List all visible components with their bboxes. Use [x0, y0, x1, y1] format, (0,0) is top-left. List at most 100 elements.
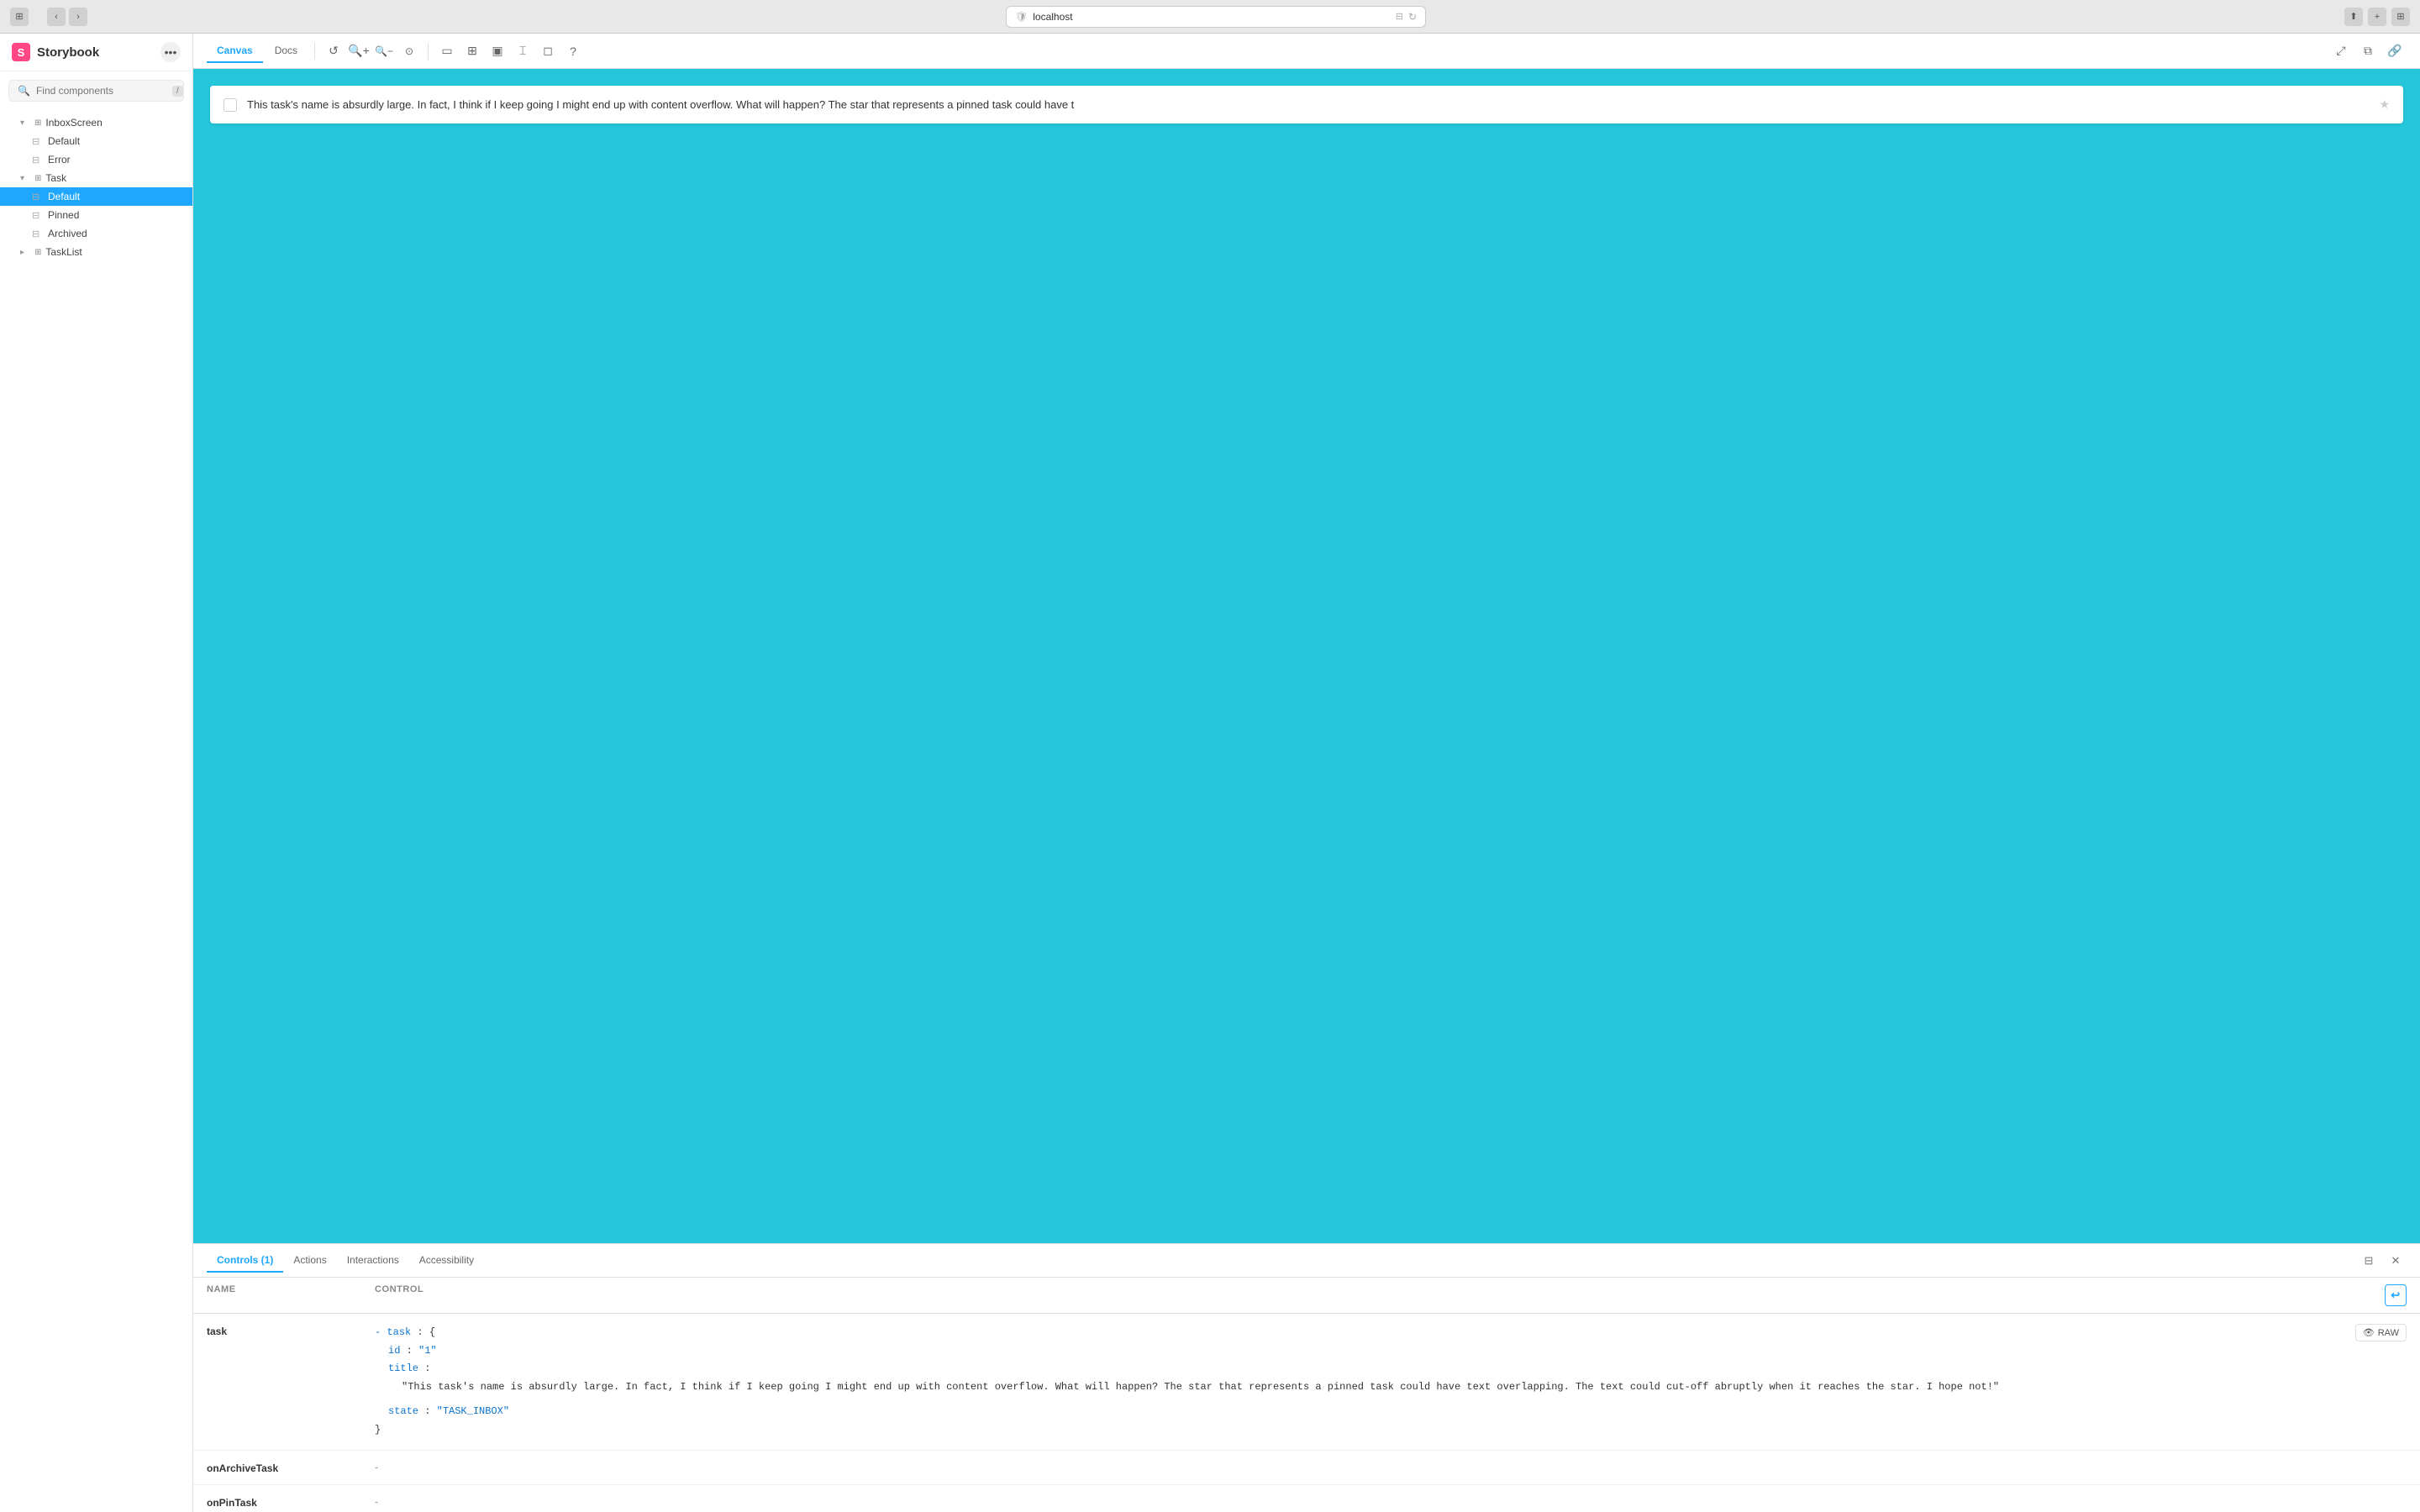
control-dash-2: - [375, 1495, 378, 1508]
outline-btn[interactable]: ◻ [536, 39, 560, 63]
sidebar-item-label: TaskList [45, 246, 82, 258]
grid-btn[interactable]: ⊞ [2391, 8, 2410, 26]
url-bar[interactable]: 🛡 localhost ⊟ ↻ [1006, 6, 1426, 28]
tab-actions[interactable]: Actions [283, 1249, 336, 1273]
new-tab-btn[interactable]: + [2368, 8, 2386, 26]
code-block: - task : { id : "1" title : "This task's… [375, 1324, 2356, 1440]
story-icon: ⊟ [32, 136, 44, 147]
storybook-logo: S [12, 43, 30, 61]
controls-table-header: Name Control ↩ [193, 1278, 2420, 1314]
component-group-icon: ⊞ [34, 118, 41, 128]
viewport-btn[interactable]: ▭ [435, 39, 459, 63]
header-name: Name [207, 1284, 375, 1306]
more-menu-btn[interactable]: ••• [160, 42, 181, 62]
control-raw-col: 👁 RAW [2356, 1324, 2407, 1341]
sidebar-item-label: Default [48, 191, 80, 202]
help-btn[interactable]: ? [561, 39, 585, 63]
sidebar-item-label: InboxScreen [45, 117, 102, 129]
control-row-onPintask: onPinTask - [193, 1485, 2420, 1512]
canvas-area: This task's name is absurdly large. In f… [193, 69, 2420, 1243]
sidebar-item-inboxscreen-error[interactable]: ⊟ Error [0, 150, 192, 169]
reload-icon[interactable]: ↻ [1408, 11, 1417, 23]
search-bar[interactable]: 🔍 / [8, 80, 184, 102]
tab-canvas[interactable]: Canvas [207, 39, 263, 63]
sidebar-item-label: Default [48, 135, 80, 147]
control-name-task: task [207, 1324, 375, 1337]
component-tree: ▾ ⊞ InboxScreen ⊟ Default ⊟ Error ▾ ⊞ Ta… [0, 110, 192, 1512]
control-name-onPintask: onPinTask [207, 1495, 375, 1509]
panel-tab-bar: Controls (1) Actions Interactions Access… [193, 1244, 2420, 1278]
sidebar-header: S Storybook ••• [0, 34, 192, 71]
expand-icon: ▾ [20, 118, 30, 128]
new-window-btn[interactable]: ⧉ [2356, 39, 2380, 63]
story-icon: ⊟ [32, 192, 44, 202]
control-dash: - [375, 1461, 378, 1473]
back-btn[interactable]: ‹ [47, 8, 66, 26]
sidebar-toggle-btn[interactable]: ⊞ [10, 8, 29, 26]
app-title: Storybook [37, 45, 99, 60]
canvas-content: This task's name is absurdly large. In f… [193, 69, 2420, 140]
share-btn[interactable]: ⬆ [2344, 8, 2363, 26]
control-row-task: task - task : { id : "1" title : "This t… [193, 1314, 2420, 1451]
tab-controls[interactable]: Controls (1) [207, 1249, 283, 1273]
link-btn[interactable]: 🔗 [2383, 39, 2407, 63]
sidebar-item-tasklist[interactable]: ▸ ⊞ TaskList [0, 243, 192, 261]
reader-icon: ⊟ [1396, 11, 1403, 22]
task-card: This task's name is absurdly large. In f… [210, 86, 2403, 123]
task-checkbox[interactable] [224, 98, 237, 112]
sidebar-item-label: Task [45, 172, 66, 184]
sidebar: S Storybook ••• 🔍 / ▾ ⊞ InboxScreen ⊟ De… [0, 34, 193, 1512]
reload-btn[interactable]: ↺ [322, 39, 345, 63]
toolbar-right-actions: ⤢ ⧉ 🔗 [2329, 39, 2407, 63]
main-toolbar: Canvas Docs ↺ 🔍+ 🔍− ⊙ ▭ ⊞ ▣ ⌶ ◻ ? ⤢ ⧉ 🔗 [193, 34, 2420, 69]
toolbar-separator [314, 43, 315, 60]
component-group-icon: ⊞ [34, 248, 41, 257]
zoom-reset-btn[interactable]: ⊙ [397, 39, 421, 63]
browser-chrome: ⊞ ‹ › 🛡 localhost ⊟ ↻ ⬆ + ⊞ [0, 0, 2420, 34]
component-group-icon: ⊞ [34, 174, 41, 183]
sidebar-item-task-default[interactable]: ⊟ Default [0, 187, 192, 206]
panel-layout-btn[interactable]: ⊟ [2358, 1250, 2380, 1272]
sidebar-item-task-pinned[interactable]: ⊟ Pinned [0, 206, 192, 224]
shield-icon: 🛡 [1015, 11, 1028, 23]
task-title: This task's name is absurdly large. In f… [247, 98, 2369, 111]
toolbar-separator-2 [428, 43, 429, 60]
header-control: Control [375, 1284, 2373, 1306]
controls-table: Name Control ↩ task - task : { id : "1" … [193, 1278, 2420, 1512]
sidebar-item-label: Error [48, 154, 71, 165]
task-star-icon[interactable]: ★ [2379, 97, 2390, 112]
sidebar-item-label: Archived [48, 228, 87, 239]
sidebar-item-inboxscreen-default[interactable]: ⊟ Default [0, 132, 192, 150]
tab-accessibility[interactable]: Accessibility [409, 1249, 484, 1273]
expand-icon: ▸ [20, 248, 30, 257]
panel-tab-actions: ⊟ ✕ [2358, 1250, 2407, 1272]
grid-view-btn[interactable]: ⊞ [460, 39, 484, 63]
measure-btn[interactable]: ⌶ [511, 39, 534, 63]
control-value-onArchivetask: - [375, 1461, 2407, 1473]
expand-icon: ▾ [20, 174, 30, 183]
story-icon: ⊟ [32, 210, 44, 221]
sidebar-item-task[interactable]: ▾ ⊞ Task [0, 169, 192, 187]
reset-all-btn[interactable]: ↩ [2385, 1284, 2407, 1306]
search-input[interactable] [36, 85, 166, 97]
zoom-in-btn[interactable]: 🔍+ [347, 39, 371, 63]
raw-label: RAW [2378, 1328, 2399, 1338]
zoom-out-btn[interactable]: 🔍− [372, 39, 396, 63]
search-icon: 🔍 [18, 85, 30, 97]
control-value-onPintask: - [375, 1495, 2407, 1508]
url-text: localhost [1033, 11, 1072, 23]
eye-icon: 👁 [2363, 1327, 2375, 1338]
control-row-onArchivetask: onArchiveTask - [193, 1451, 2420, 1485]
raw-toggle-btn[interactable]: 👁 RAW [2355, 1324, 2407, 1341]
control-value-task[interactable]: - task : { id : "1" title : "This task's… [375, 1324, 2356, 1440]
sidebar-item-task-archived[interactable]: ⊟ Archived [0, 224, 192, 243]
tab-interactions[interactable]: Interactions [337, 1249, 409, 1273]
panel-close-btn[interactable]: ✕ [2385, 1250, 2407, 1272]
panel-btn[interactable]: ▣ [486, 39, 509, 63]
tab-docs[interactable]: Docs [265, 39, 308, 63]
story-icon: ⊟ [32, 228, 44, 239]
bottom-panel: Controls (1) Actions Interactions Access… [193, 1243, 2420, 1512]
fullscreen-btn[interactable]: ⤢ [2329, 39, 2353, 63]
sidebar-item-inboxscreen[interactable]: ▾ ⊞ InboxScreen [0, 113, 192, 132]
forward-btn[interactable]: › [69, 8, 87, 26]
